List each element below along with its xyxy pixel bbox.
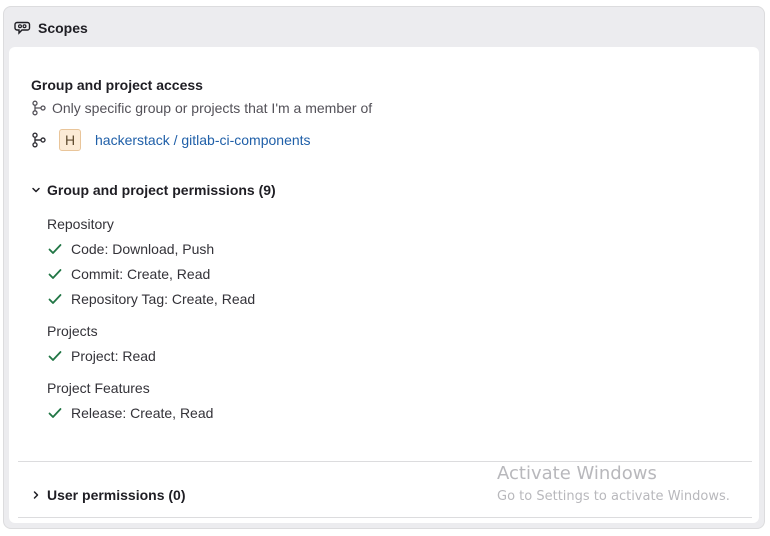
card-body: Group and project access Only specific g… xyxy=(9,47,759,523)
project-avatar: H xyxy=(59,129,81,151)
access-description: Only specific group or projects that I'm… xyxy=(52,100,373,116)
user-permissions-label: User permissions (0) xyxy=(47,487,186,503)
group-permissions-label: Group and project permissions (9) xyxy=(47,182,276,198)
project-branch-icon xyxy=(31,132,47,148)
permission-label: Code: Download, Push xyxy=(71,241,215,257)
scopes-card: Scopes Group and project access Only spe… xyxy=(3,6,765,529)
watermark-title: Activate Windows xyxy=(497,463,657,484)
permission-category: Repository Code: Download, Push Commit: … xyxy=(47,215,647,308)
permission-category: Projects Project: Read xyxy=(47,322,647,365)
card-title: Scopes xyxy=(38,20,88,36)
check-icon xyxy=(47,241,63,257)
permission-category: Project Features Release: Create, Read xyxy=(47,379,647,422)
permission-label: Release: Create, Read xyxy=(71,405,214,421)
check-icon xyxy=(47,266,63,282)
project-row: H hackerstack / gitlab-ci-components xyxy=(31,129,311,151)
permission-label: Repository Tag: Create, Read xyxy=(71,291,256,307)
check-icon xyxy=(47,348,63,364)
permission-item: Project: Read xyxy=(47,347,647,365)
category-title: Projects xyxy=(47,323,98,339)
category-title: Repository xyxy=(47,216,114,232)
access-title: Group and project access xyxy=(31,77,203,93)
check-icon xyxy=(47,291,63,307)
section-divider xyxy=(18,517,752,518)
check-icon xyxy=(47,405,63,421)
scopes-icon xyxy=(14,20,32,36)
permission-label: Commit: Create, Read xyxy=(71,266,211,282)
group-permissions-toggle[interactable]: Group and project permissions (9) xyxy=(31,182,276,198)
permission-item: Commit: Create, Read xyxy=(47,265,647,283)
category-title: Project Features xyxy=(47,380,150,396)
group-branch-icon xyxy=(31,100,47,116)
activate-windows-watermark: Activate Windows Go to Settings to activ… xyxy=(497,463,730,507)
chevron-right-icon xyxy=(31,490,41,500)
watermark-subtitle: Go to Settings to activate Windows. xyxy=(497,489,730,504)
permission-item: Repository Tag: Create, Read xyxy=(47,290,647,308)
card-header: Scopes xyxy=(14,19,88,37)
chevron-down-icon xyxy=(31,185,41,195)
user-permissions-toggle[interactable]: User permissions (0) xyxy=(31,487,186,503)
permission-label: Project: Read xyxy=(71,348,156,364)
access-description-row: Only specific group or projects that I'm… xyxy=(31,100,372,116)
permission-item: Code: Download, Push xyxy=(47,240,647,258)
section-divider xyxy=(18,461,752,462)
permissions-list: Repository Code: Download, Push Commit: … xyxy=(47,215,647,436)
permission-item: Release: Create, Read xyxy=(47,404,647,422)
project-link[interactable]: hackerstack / gitlab-ci-components xyxy=(95,132,311,148)
